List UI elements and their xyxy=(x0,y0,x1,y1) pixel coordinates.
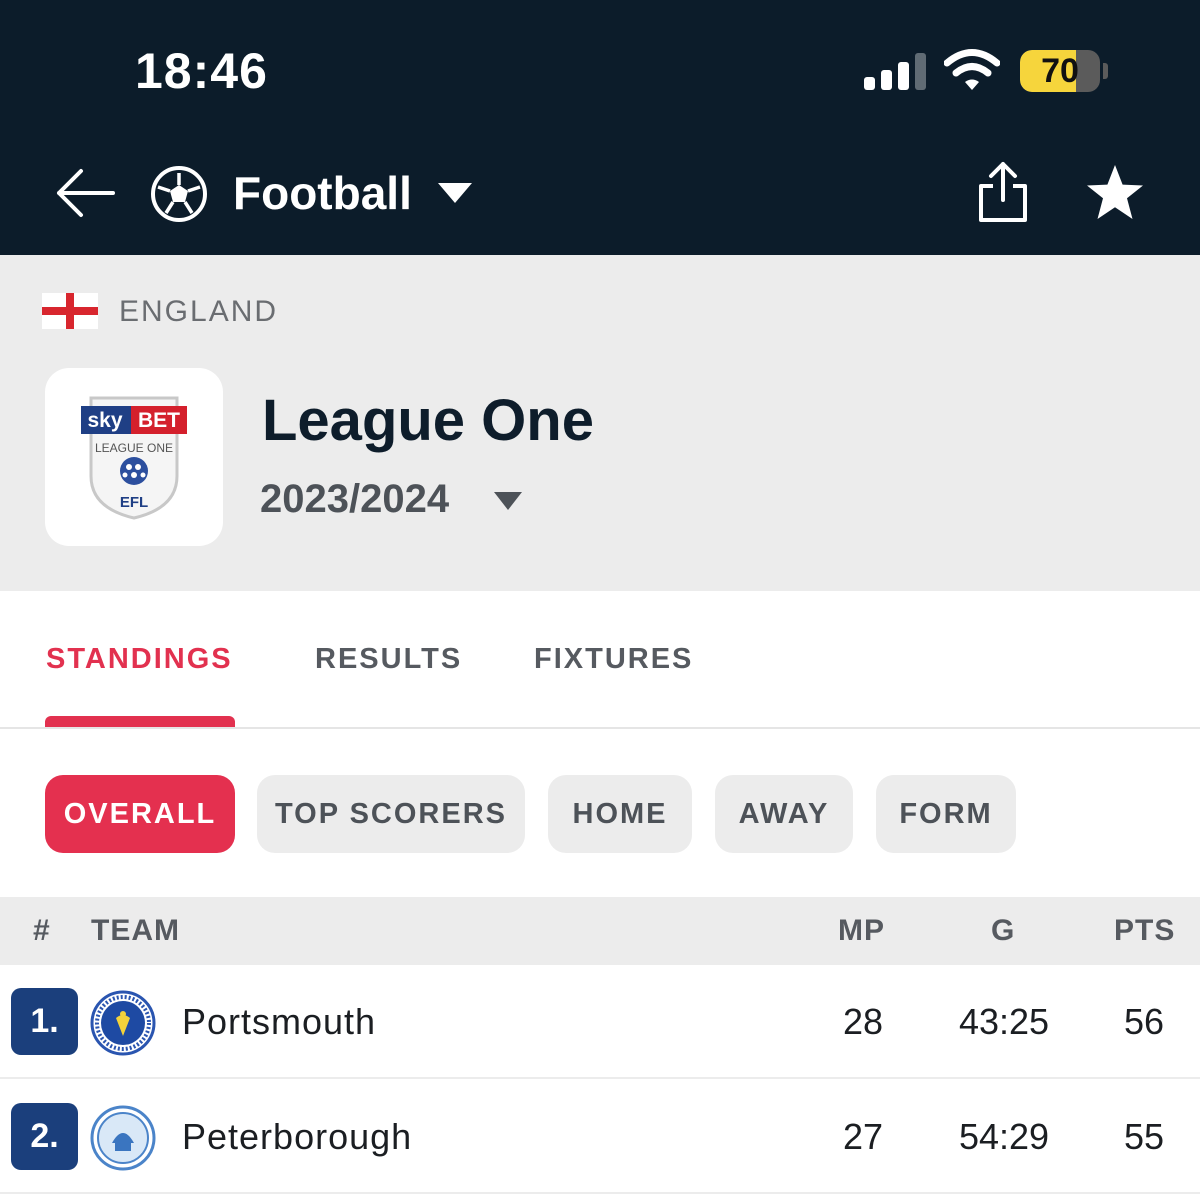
tab-fixtures[interactable]: FIXTURES xyxy=(534,643,693,676)
header-team: TEAM xyxy=(91,914,180,947)
filter-top-scorers[interactable]: TOP SCORERS xyxy=(257,775,525,853)
status-time: 18:46 xyxy=(135,43,268,99)
league-header: ENGLAND sky BET LEAGUE ONE EFL League On… xyxy=(0,255,1200,591)
filter-overall[interactable]: OVERALL xyxy=(45,775,235,853)
team-name[interactable]: Portsmouth xyxy=(182,1001,376,1043)
football-icon xyxy=(151,166,207,222)
share-icon[interactable] xyxy=(975,160,1031,224)
goals: 43:25 xyxy=(958,1001,1050,1042)
chevron-down-icon[interactable] xyxy=(494,492,522,510)
section-tabs: STANDINGS RESULTS FIXTURES xyxy=(0,591,1200,729)
wifi-icon xyxy=(944,49,1000,90)
logo-bet-text: BET xyxy=(138,409,180,432)
points: 56 xyxy=(1123,1001,1165,1042)
filter-home[interactable]: HOME xyxy=(548,775,692,853)
battery-level: 70 xyxy=(1041,52,1079,90)
points: 55 xyxy=(1123,1116,1165,1157)
battery-icon: 70 xyxy=(1020,50,1110,92)
logo-sky-text: sky xyxy=(87,409,122,432)
logo-league-text: LEAGUE ONE xyxy=(95,441,173,455)
filter-form[interactable]: FORM xyxy=(876,775,1016,853)
matches-played: 28 xyxy=(842,1001,884,1042)
sport-selector-label[interactable]: Football xyxy=(233,166,412,220)
logo-efl-text: EFL xyxy=(120,494,148,511)
tab-results[interactable]: RESULTS xyxy=(315,643,462,676)
top-bar: 18:46 70 Football xyxy=(0,0,1200,255)
cellular-signal-icon xyxy=(864,52,926,90)
country-label: ENGLAND xyxy=(119,295,279,328)
filter-away[interactable]: AWAY xyxy=(715,775,853,853)
team-name[interactable]: Peterborough xyxy=(182,1116,412,1158)
rank-badge: 2. xyxy=(11,1103,78,1170)
tab-standings[interactable]: STANDINGS xyxy=(46,643,233,676)
back-arrow-icon[interactable] xyxy=(55,163,115,223)
standings-table-header: # TEAM MP G PTS xyxy=(0,897,1200,965)
header-rank: # xyxy=(33,914,51,947)
header-goals[interactable]: G xyxy=(991,914,1015,948)
league-title: League One xyxy=(262,388,594,453)
table-row[interactable]: 1. Portsmouth 28 43:25 56 xyxy=(0,965,1200,1079)
goals: 54:29 xyxy=(958,1116,1050,1157)
season-selector[interactable]: 2023/2024 xyxy=(260,477,449,522)
matches-played: 27 xyxy=(842,1116,884,1157)
star-icon[interactable] xyxy=(1085,163,1145,223)
league-one-logo-icon: sky BET LEAGUE ONE EFL xyxy=(81,396,187,520)
england-flag-icon xyxy=(42,293,98,329)
rank-badge: 1. xyxy=(11,988,78,1055)
header-points[interactable]: PTS xyxy=(1114,914,1175,948)
header-mp[interactable]: MP xyxy=(838,914,885,948)
portsmouth-crest-icon xyxy=(90,990,156,1056)
peterborough-crest-icon xyxy=(90,1105,156,1171)
chevron-down-icon[interactable] xyxy=(438,183,472,203)
active-tab-indicator xyxy=(45,716,235,727)
league-logo: sky BET LEAGUE ONE EFL xyxy=(45,368,223,546)
table-row[interactable]: 2. Peterborough 27 54:29 55 xyxy=(0,1080,1200,1194)
